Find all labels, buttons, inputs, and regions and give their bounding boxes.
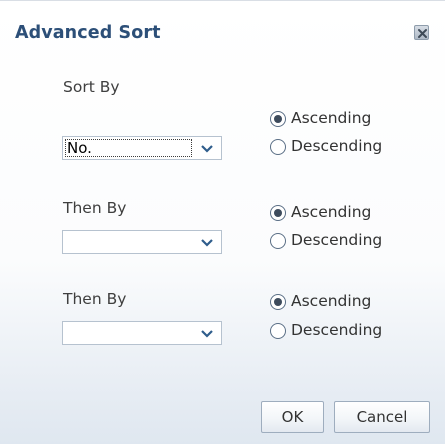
ascending-label: Ascending xyxy=(291,292,372,310)
radio-checked-icon xyxy=(270,111,286,127)
sort-by-label: Sort By xyxy=(63,78,120,96)
sort-by-select[interactable]: No. xyxy=(62,136,222,160)
close-button[interactable] xyxy=(414,25,429,40)
ok-button[interactable]: OK xyxy=(261,401,324,433)
cancel-button[interactable]: Cancel xyxy=(334,401,430,433)
chevron-down-icon[interactable] xyxy=(193,322,221,344)
descending-label: Descending xyxy=(291,137,383,155)
ascending-label: Ascending xyxy=(291,109,372,127)
then-by-label-2: Then By xyxy=(63,290,127,308)
then-by-label-1: Then By xyxy=(63,199,127,217)
then-by-value-1 xyxy=(65,233,192,251)
radio-unchecked-icon xyxy=(270,139,286,155)
radio-unchecked-icon xyxy=(270,323,286,339)
radio-checked-icon xyxy=(270,294,286,310)
ascending-label: Ascending xyxy=(291,203,372,221)
radio-unchecked-icon xyxy=(270,233,286,249)
chevron-down-icon[interactable] xyxy=(193,137,221,159)
radio-checked-icon xyxy=(270,205,286,221)
advanced-sort-dialog: Advanced Sort Sort By No. Ascending Desc… xyxy=(0,0,445,444)
then-by-select-2[interactable] xyxy=(62,321,222,345)
descending-label: Descending xyxy=(291,321,383,339)
then-by-value-2 xyxy=(65,324,192,342)
close-icon xyxy=(418,29,427,38)
then-by-select-1[interactable] xyxy=(62,230,222,254)
sort-by-value: No. xyxy=(65,139,192,157)
chevron-down-icon[interactable] xyxy=(193,231,221,253)
dialog-title: Advanced Sort xyxy=(15,23,161,43)
descending-label: Descending xyxy=(291,231,383,249)
